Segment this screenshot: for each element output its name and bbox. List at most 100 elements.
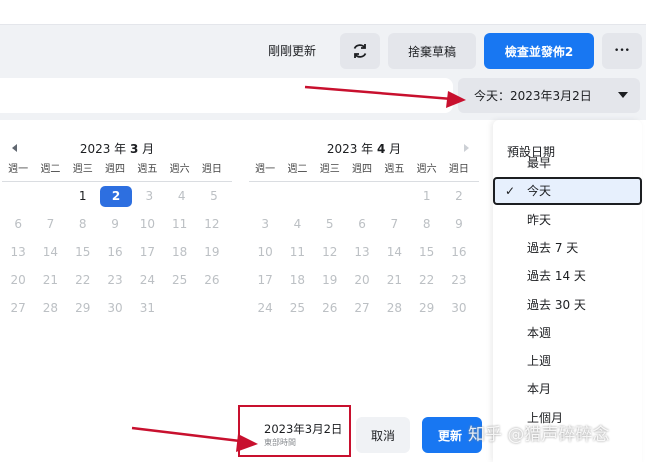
calendar-march: 2023 年 3 月週一 週二 週三 週四 週五 週六 週日 1 2 3 4 5 6 7 8 9 10 11 12 1… <box>2 140 232 322</box>
preset-item[interactable]: 最早 <box>493 149 642 177</box>
day-cell: 28 <box>42 301 59 315</box>
refresh-icon <box>353 44 367 58</box>
day-cell: 1 <box>422 189 431 203</box>
day-cell: 19 <box>204 245 220 259</box>
preset-label: 昨天 <box>527 212 552 227</box>
save-status: 剛剛更新 <box>268 44 317 58</box>
preset-item[interactable]: 本週 <box>493 319 642 347</box>
day-cell: 17 <box>257 273 273 287</box>
preset-label: 最早 <box>527 156 552 170</box>
day-cell: 20 <box>354 273 370 287</box>
day-cell: 12 <box>204 217 220 231</box>
preset-item[interactable]: 本月 <box>493 375 642 403</box>
preset-item[interactable]: ✓ 今天 <box>493 177 642 206</box>
day-cell: 21 <box>386 273 402 287</box>
day-cell: 28 <box>386 301 402 315</box>
day-cell: 14 <box>386 245 402 259</box>
caret-down-icon <box>618 92 628 98</box>
day-cell: 8 <box>422 217 431 231</box>
weekday-label: 週二 <box>287 164 308 175</box>
prev-month-icon[interactable] <box>12 144 17 152</box>
day-cell: 5 <box>325 217 334 231</box>
timezone-label: 東部時間 <box>264 438 296 447</box>
day-cell: 23 <box>107 273 123 287</box>
day-cell: 31 <box>139 301 155 315</box>
weekday-label: 週日 <box>201 164 222 175</box>
preset-item[interactable]: 上個月 <box>493 404 642 432</box>
day-cell: 10 <box>139 217 155 231</box>
calendar-week: 123 4 5 <box>2 182 232 210</box>
preset-list: 預設日期 最早 ✓ 今天 昨天 過去 7 天過去 14 天過去 30 天本週 上週 本月 上個… <box>493 120 642 462</box>
review-publish-button[interactable]: 檢查並發佈2 <box>484 33 594 69</box>
preset-label: 過去 30 天 <box>527 297 586 312</box>
preset-label: 本月 <box>527 382 552 397</box>
day-cell: 23 <box>451 273 467 287</box>
day-cell: 3 <box>261 217 269 231</box>
day-cell: 30 <box>107 301 123 315</box>
day-cell: 16 <box>451 245 467 259</box>
preset-label: 今天 <box>527 184 552 199</box>
next-month-icon[interactable] <box>464 144 469 152</box>
day-cell: 22 <box>418 273 435 287</box>
day-cell: 13 <box>354 245 370 259</box>
weekday-label: 週六 <box>416 164 437 175</box>
day-cell: 5 <box>210 189 218 203</box>
day-cell: 2 <box>455 189 463 203</box>
day-cell: 21 <box>42 273 59 287</box>
weekday-label: 週一 <box>255 164 276 175</box>
preset-item[interactable]: 上週 <box>493 347 642 375</box>
date-range-dropdown[interactable]: 今天：2023年3月2日 <box>458 78 640 113</box>
title-input[interactable] <box>0 78 453 113</box>
top-bar <box>0 0 646 25</box>
calendar-week: 12 <box>249 182 479 210</box>
day-cell: 26 <box>322 301 338 315</box>
preset-item[interactable]: 過去 14 天 <box>493 262 642 290</box>
update-button[interactable]: 更新 <box>422 417 482 453</box>
day-cell: 3 <box>145 189 154 203</box>
preset-item[interactable]: 過去 7 天 <box>493 234 642 262</box>
day-cell[interactable]: 1 <box>67 189 99 203</box>
calendar-week: 24 25 26 27 28 29 30 <box>249 294 479 322</box>
day-cell: 6 <box>358 217 366 231</box>
calendar-week: 3 4 5 6 7 8 9 <box>249 210 479 238</box>
day-cell: 16 <box>107 245 123 259</box>
preset-item[interactable]: 昨天 <box>493 206 642 234</box>
selected-date: 2023年3月2日 <box>264 422 343 436</box>
preset-label: 上個月 <box>527 410 564 425</box>
weekday-label: 週五 <box>384 164 405 175</box>
weekday-label: 週三 <box>72 164 93 175</box>
weekday-label: 週四 <box>352 164 373 175</box>
day-cell: 26 <box>204 273 220 287</box>
day-cell: 10 <box>257 245 273 259</box>
calendar-week: 13 14 15 16 17 18 19 <box>2 238 232 266</box>
cancel-button[interactable]: 取消 <box>356 417 410 453</box>
day-cell: 29 <box>418 301 435 315</box>
preset-label: 過去 7 天 <box>527 240 579 255</box>
preset-label: 本週 <box>527 325 552 340</box>
day-cell[interactable]: 2 <box>99 185 133 207</box>
day-cell: 30 <box>451 301 467 315</box>
more-options-button[interactable]: ••• <box>602 33 642 69</box>
calendar-week: 6 7 8 9 10 11 12 <box>2 210 232 238</box>
refresh-button[interactable] <box>340 33 380 69</box>
day-cell: 25 <box>289 301 306 315</box>
day-cell: 27 <box>10 301 26 315</box>
weekday-label: 週五 <box>137 164 158 175</box>
preset-item[interactable]: 過去 30 天 <box>493 291 642 319</box>
weekday-header: 週一 週二 週三 週四 週五 週六 週日 <box>2 160 232 182</box>
day-cell: 4 <box>177 189 186 203</box>
day-cell: 9 <box>455 217 463 231</box>
day-cell: 12 <box>322 245 338 259</box>
day-cell: 29 <box>75 301 91 315</box>
calendar-week: 27 28 29 30 31 <box>2 294 232 322</box>
day-cell: 11 <box>171 217 188 231</box>
month-title: 2023 年 4 月 <box>326 142 402 156</box>
weekday-label: 週二 <box>40 164 61 175</box>
day-cell: 13 <box>10 245 26 259</box>
day-cell: 15 <box>418 245 435 259</box>
day-cell: 27 <box>354 301 370 315</box>
checkmark-icon: ✓ <box>505 184 516 199</box>
discard-draft-button[interactable]: 捨棄草稿 <box>388 33 476 69</box>
day-cell: 24 <box>257 301 273 315</box>
preset-label: 過去 14 天 <box>527 269 586 284</box>
